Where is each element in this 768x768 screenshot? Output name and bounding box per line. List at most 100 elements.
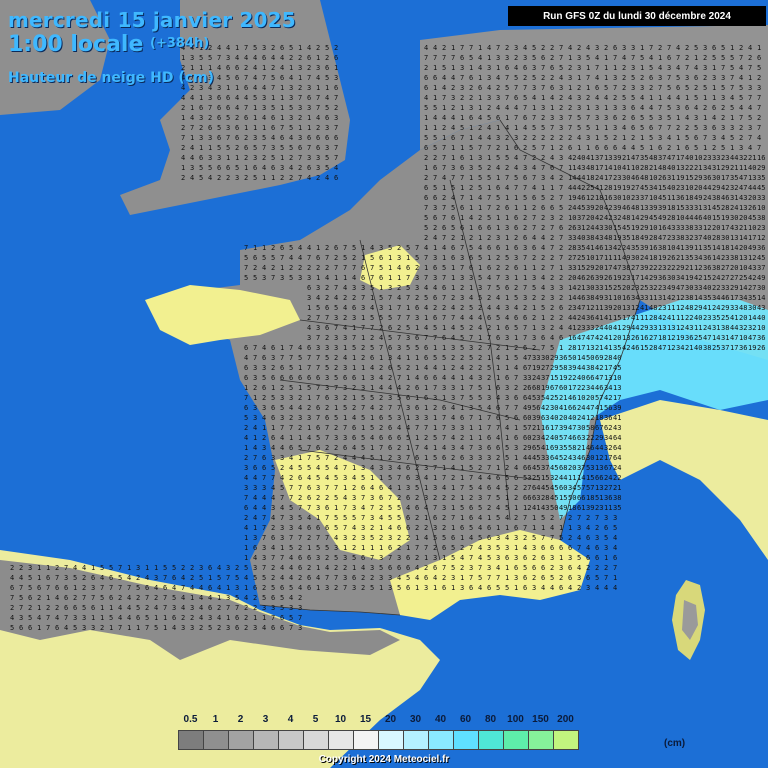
snow-depth-value: 7 — [334, 144, 338, 152]
snow-depth-value: 1 — [289, 434, 293, 442]
snow-depth-value: 12 — [595, 454, 603, 462]
snow-depth-value: 5 — [271, 104, 275, 112]
snow-depth-value: 45 — [541, 484, 549, 492]
snow-depth-value: 2 — [19, 564, 23, 572]
snow-depth-value: 6 — [271, 114, 275, 122]
snow-depth-value: 7 — [487, 464, 491, 472]
snow-depth-value: 13 — [604, 244, 612, 252]
snow-depth-value: 3 — [370, 494, 374, 502]
snow-depth-value: 5 — [532, 74, 536, 82]
snow-depth-value: 4 — [568, 44, 572, 52]
snow-depth-value: 2 — [604, 44, 608, 52]
snow-depth-value: 4 — [739, 64, 743, 72]
snow-depth-value: 43 — [685, 324, 693, 332]
snow-depth-value: 4 — [505, 124, 509, 132]
snow-depth-value: 5 — [271, 464, 275, 472]
snow-depth-value: 2 — [451, 474, 455, 482]
snow-depth-value: 3 — [604, 114, 608, 122]
snow-depth-value: 7 — [307, 504, 311, 512]
snow-depth-value: 5 — [136, 584, 140, 592]
snow-depth-value: 2 — [307, 264, 311, 272]
snow-depth-value: 45 — [757, 184, 765, 192]
snow-depth-value: 7 — [163, 594, 167, 602]
snow-depth-value: 5 — [640, 54, 644, 62]
snow-depth-value: 5 — [559, 64, 563, 72]
snow-depth-value: 40 — [694, 314, 702, 322]
snow-depth-value: 7 — [667, 74, 671, 82]
snow-depth-value: 7 — [316, 534, 320, 542]
snow-depth-value: 2 — [757, 74, 761, 82]
snow-depth-value: 6 — [235, 624, 239, 632]
snow-depth-value: 22 — [649, 264, 657, 272]
snow-depth-value: 5 — [154, 624, 158, 632]
snow-depth-value: 5 — [478, 384, 482, 392]
snow-depth-value: 3 — [478, 494, 482, 502]
snow-depth-value: 38 — [757, 214, 765, 222]
snow-depth-value: 5 — [298, 514, 302, 522]
snow-depth-value: 5 — [541, 514, 545, 522]
snow-depth-value: 67 — [550, 384, 558, 392]
snow-depth-value: 43 — [667, 224, 675, 232]
snow-depth-value: 36 — [757, 334, 765, 342]
snow-depth-value: 4 — [451, 374, 455, 382]
snow-depth-value: 6 — [712, 44, 716, 52]
snow-depth-value: 5 — [361, 444, 365, 452]
snow-depth-value: 4 — [595, 74, 599, 82]
snow-depth-value: 1 — [514, 424, 518, 432]
snow-depth-value: 7 — [676, 54, 680, 62]
snow-depth-value: 13 — [586, 344, 594, 352]
snow-depth-value: 4 — [253, 84, 257, 92]
snow-depth-value: 33 — [568, 264, 576, 272]
snow-depth-value: 5 — [388, 514, 392, 522]
snow-depth-value: 4 — [541, 234, 545, 242]
snow-depth-value: 7 — [739, 114, 743, 122]
snow-depth-value: 63 — [541, 414, 549, 422]
snow-depth-value: 2 — [28, 604, 32, 612]
snow-depth-value: 52 — [559, 454, 567, 462]
snow-depth-value: 4 — [505, 424, 509, 432]
snow-depth-value: 6 — [388, 424, 392, 432]
snow-depth-value: 1 — [514, 274, 518, 282]
snow-depth-value: 6 — [163, 584, 167, 592]
snow-depth-value: 2 — [415, 554, 419, 562]
snow-depth-value: 44 — [568, 314, 576, 322]
snow-depth-value: 6 — [514, 474, 518, 482]
snow-depth-value: 43 — [757, 304, 765, 312]
snow-depth-value: 1 — [316, 564, 320, 572]
snow-depth-value: 4 — [415, 574, 419, 582]
snow-depth-value: 39 — [640, 244, 648, 252]
snow-depth-value: 4 — [352, 274, 356, 282]
snow-depth-value: 5 — [514, 324, 518, 332]
snow-depth-value: 21 — [532, 424, 540, 432]
snow-depth-value: 57 — [577, 484, 585, 492]
snow-depth-value: 46 — [622, 204, 630, 212]
snow-depth-value: 2 — [550, 134, 554, 142]
snow-depth-value: 6 — [208, 584, 212, 592]
snow-depth-value: 6 — [559, 304, 563, 312]
snow-depth-value: 47 — [577, 334, 585, 342]
snow-depth-value: 3 — [316, 164, 320, 172]
snow-depth-value: 1 — [199, 144, 203, 152]
snow-depth-value: 7 — [181, 584, 185, 592]
snow-depth-value: 40 — [694, 344, 702, 352]
snow-depth-value: 7 — [325, 434, 329, 442]
snow-depth-value: 5 — [289, 384, 293, 392]
snow-depth-value: 1 — [37, 624, 41, 632]
snow-depth-value: 7 — [10, 594, 14, 602]
snow-depth-value: 4 — [550, 584, 554, 592]
snow-depth-value: 5 — [451, 564, 455, 572]
snow-depth-value: 1 — [505, 144, 509, 152]
snow-depth-value: 6 — [460, 454, 464, 462]
snow-depth-value: 4 — [478, 524, 482, 532]
snow-depth-value: 1 — [595, 124, 599, 132]
snow-depth-value: 1 — [559, 554, 563, 562]
snow-depth-value: 1 — [235, 44, 239, 52]
snow-depth-value: 7 — [550, 264, 554, 272]
snow-depth-value: 6 — [451, 254, 455, 262]
snow-depth-value: 3 — [289, 84, 293, 92]
snow-depth-value: 35 — [685, 254, 693, 262]
snow-depth-value: 39 — [658, 204, 666, 212]
snow-depth-value: 4 — [208, 174, 212, 182]
snow-depth-value: 3 — [253, 534, 257, 542]
snow-depth-value: 7 — [316, 104, 320, 112]
